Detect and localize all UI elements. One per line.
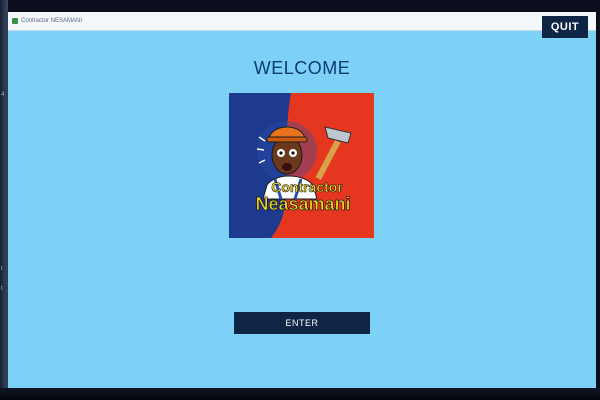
page-title: WELCOME [253, 58, 351, 78]
app-icon [12, 18, 18, 24]
side-glyph: t [1, 286, 3, 292]
monitor-bezel-bottom [0, 388, 600, 400]
hammer-character-logo: Contractor Neasamani [229, 93, 374, 238]
enter-button[interactable]: ENTER [234, 312, 370, 334]
logo-text-line1: Contractor [271, 179, 343, 195]
quit-button[interactable]: QUIT [542, 16, 588, 38]
monitor-bezel-left: 4 t t [0, 0, 8, 400]
app-window: Contractor NESAMANI × WELCOME [8, 12, 596, 388]
title-bar: Contractor NESAMANI × [8, 12, 596, 31]
window-title: Contractor NESAMANI [21, 18, 83, 24]
side-glyph: 4 [1, 92, 5, 98]
logo-text-line2: Neasamani [255, 194, 350, 214]
side-glyph: t [1, 266, 3, 272]
logo-image: Contractor Neasamani [229, 93, 374, 238]
